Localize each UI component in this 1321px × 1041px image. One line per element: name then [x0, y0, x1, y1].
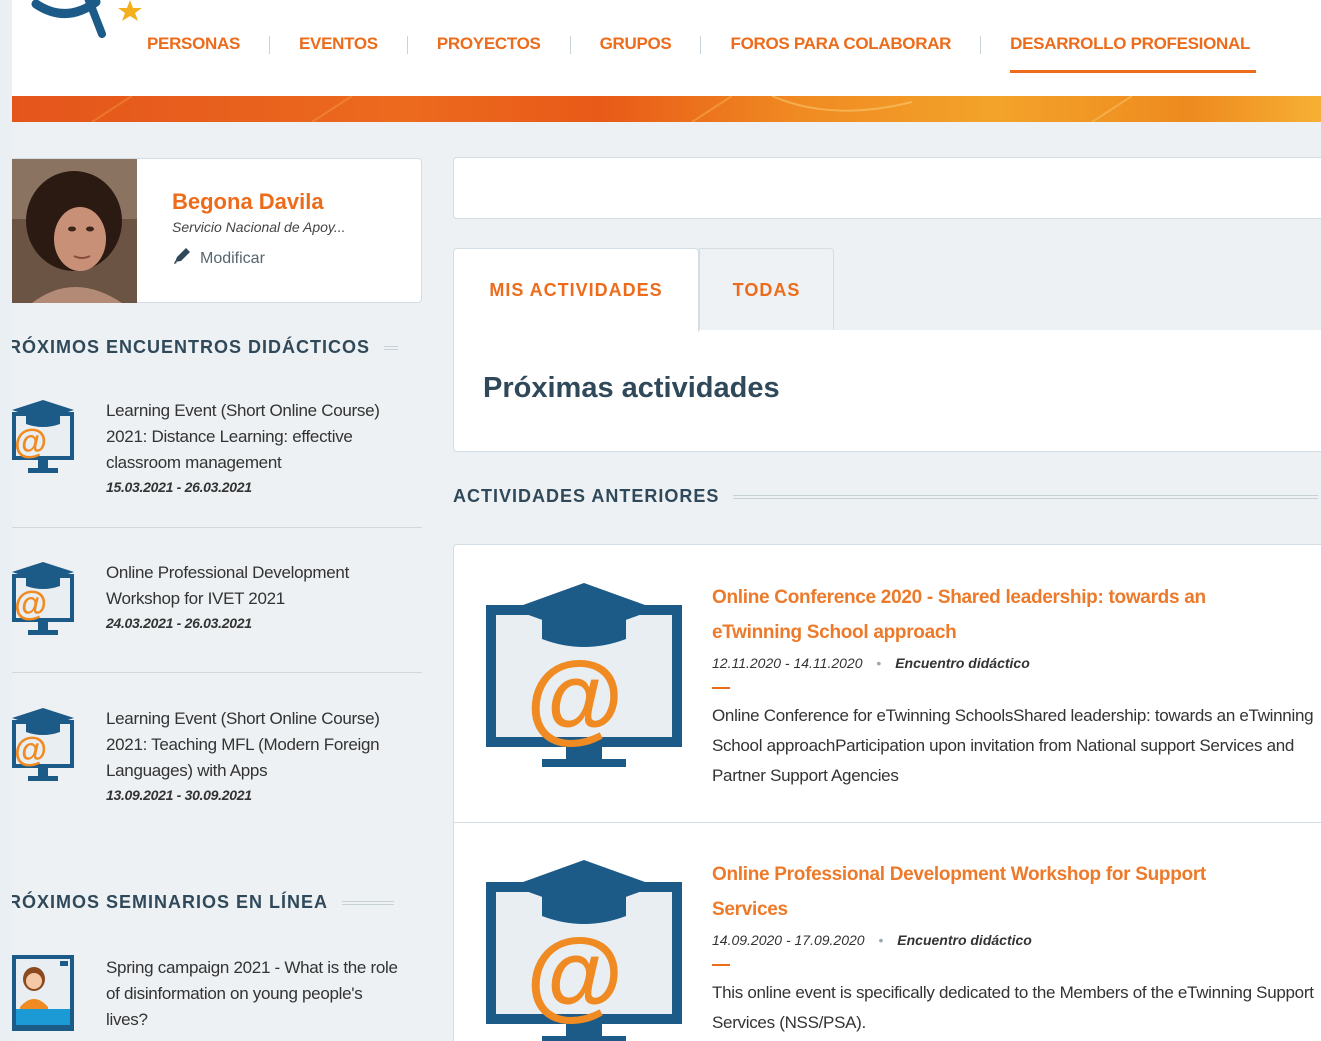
nav-divider — [569, 36, 571, 54]
learning-event-title-text: Online Professional Development Workshop… — [106, 563, 350, 608]
activity-date: 14.09.2020 - 17.09.2020 — [712, 932, 865, 948]
nav-divider — [269, 36, 271, 54]
activity-meta: 12.11.2020 - 14.11.2020 • Encuentro didá… — [712, 655, 1030, 671]
site-header: PERSONAS EVENTOS PROYECTOS GRUPOS FOROS … — [12, 0, 1321, 96]
header-banner — [12, 96, 1321, 122]
profile-organization: Servicio Nacional de Apoy... — [172, 219, 346, 235]
nav-eventos[interactable]: EVENTOS — [299, 34, 378, 73]
list-divider — [12, 672, 422, 673]
main-nav: PERSONAS EVENTOS PROYECTOS GRUPOS FOROS … — [147, 34, 1256, 74]
search-box[interactable] — [453, 157, 1321, 219]
nav-divider — [700, 36, 702, 54]
nav-divider — [406, 36, 408, 54]
title-dash — [712, 687, 730, 689]
nav-divider — [980, 36, 982, 54]
webinar-title: Spring campaign 2021 - What is the role … — [106, 955, 406, 1033]
activity-meta: 14.09.2020 - 17.09.2020 • Encuentro didá… — [712, 932, 1032, 948]
learning-events-heading-text: RÓXIMOS ENCUENTROS DIDÁCTICOS — [12, 337, 371, 357]
nav-grupos[interactable]: GRUPOS — [600, 34, 672, 73]
list-divider — [12, 527, 422, 528]
nav-desarrollo-profesional[interactable]: DESARROLLO PROFESIONAL — [1010, 34, 1256, 73]
edit-profile-label: Modificar — [200, 249, 265, 267]
avatar[interactable] — [12, 159, 137, 303]
tab-mis-actividades[interactable]: MIS ACTIVIDADES — [453, 248, 699, 332]
learning-events-heading: RÓXIMOS ENCUENTROS DIDÁCTICOS — [12, 337, 399, 358]
learning-event-icon: @ — [12, 560, 76, 636]
edit-profile-link[interactable]: Modificar — [172, 247, 265, 270]
activity-type: Encuentro didáctico — [897, 932, 1032, 948]
svg-text:@: @ — [14, 423, 47, 461]
learning-event-title: Online Professional Development Workshop… — [106, 560, 406, 634]
past-activities-heading: ACTIVIDADES ANTERIORES — [453, 486, 1319, 507]
meta-separator: • — [878, 932, 884, 948]
heading-rule — [733, 494, 1319, 499]
webinar-icon — [12, 955, 76, 1031]
learning-event-title-text: Learning Event (Short Online Course) 202… — [106, 709, 380, 780]
past-activities-list: @ Online Conference 2020 - Shared leader… — [453, 544, 1321, 1041]
activity-title[interactable]: Online Professional Development Workshop… — [712, 857, 1232, 927]
svg-text:@: @ — [526, 641, 624, 753]
nav-foros[interactable]: FOROS PARA COLABORAR — [730, 34, 951, 73]
heading-rule — [342, 900, 395, 905]
activity-description: Online Conference for eTwinning SchoolsS… — [712, 706, 1314, 785]
activity-title[interactable]: Online Conference 2020 - Shared leadersh… — [712, 580, 1232, 650]
activity-date: 12.11.2020 - 14.11.2020 — [712, 655, 863, 671]
svg-text:@: @ — [14, 585, 47, 623]
webinar-title-text: Spring campaign 2021 - What is the role … — [106, 958, 398, 1029]
learning-event-title: Learning Event (Short Online Course) 202… — [106, 706, 406, 806]
activity-description: This online event is specifically dedica… — [712, 983, 1314, 1032]
svg-text:@: @ — [14, 731, 47, 769]
webinars-heading-text: RÓXIMOS SEMINARIOS EN LÍNEA — [12, 892, 329, 912]
upcoming-activities-title: Próximas actividades — [483, 372, 780, 404]
title-dash — [712, 964, 730, 966]
page: PERSONAS EVENTOS PROYECTOS GRUPOS FOROS … — [12, 0, 1321, 1041]
learning-event-date: 24.03.2021 - 26.03.2021 — [106, 615, 252, 631]
learning-event-title-text: Learning Event (Short Online Course) 202… — [106, 401, 380, 472]
meta-separator: • — [876, 655, 882, 671]
profile-name[interactable]: Begona Davila — [172, 189, 324, 215]
learning-event-title: Learning Event (Short Online Course) 202… — [106, 398, 406, 498]
learning-event-icon: @ — [484, 583, 684, 783]
webinars-heading: RÓXIMOS SEMINARIOS EN LÍNEA — [12, 892, 395, 913]
learning-event-date: 13.09.2021 - 30.09.2021 — [106, 787, 252, 803]
learning-event-icon: @ — [484, 860, 684, 1041]
learning-event-icon: @ — [12, 398, 76, 474]
activity-type: Encuentro didáctico — [895, 655, 1030, 671]
heading-rule — [384, 345, 399, 350]
nav-personas[interactable]: PERSONAS — [147, 34, 240, 73]
pencil-icon — [172, 247, 192, 270]
etwinning-logo[interactable] — [26, 0, 146, 44]
activity-divider — [454, 822, 1321, 823]
tab-todas[interactable]: TODAS — [699, 248, 834, 332]
profile-card: Begona Davila Servicio Nacional de Apoy.… — [12, 158, 422, 303]
nav-proyectos[interactable]: PROYECTOS — [437, 34, 541, 73]
learning-event-icon: @ — [12, 706, 76, 782]
svg-text:@: @ — [526, 918, 624, 1030]
past-activities-heading-text: ACTIVIDADES ANTERIORES — [453, 486, 720, 506]
learning-event-date: 15.03.2021 - 26.03.2021 — [106, 479, 252, 495]
